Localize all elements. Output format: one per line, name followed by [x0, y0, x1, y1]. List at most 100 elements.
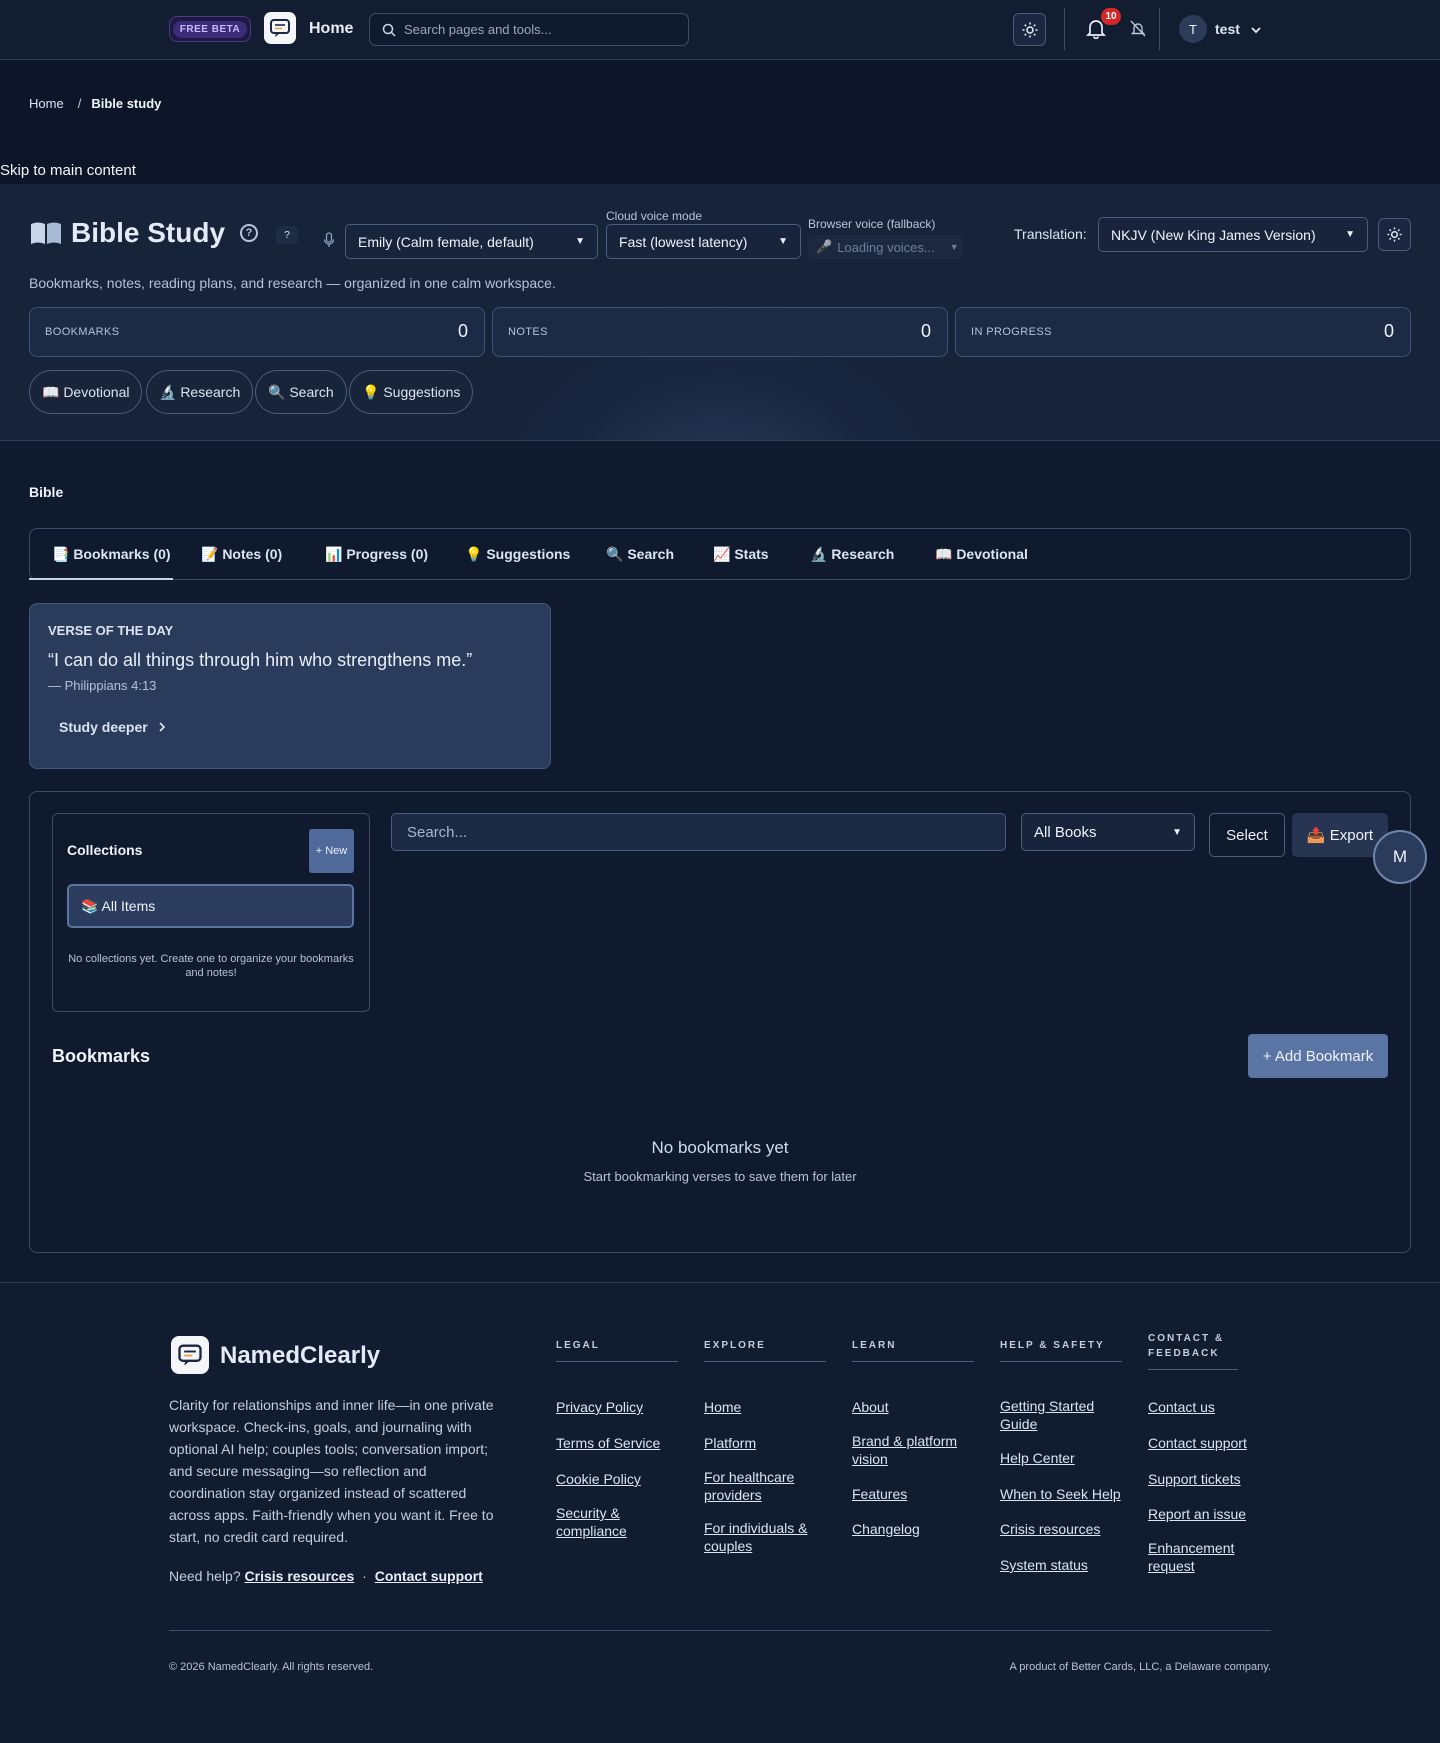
- tab-notes[interactable]: 📝 Notes (0): [201, 546, 282, 563]
- add-bookmark-button[interactable]: + Add Bookmark: [1248, 1034, 1388, 1078]
- quick-link-suggestions[interactable]: 💡 Suggestions: [349, 370, 474, 414]
- footer-link[interactable]: About: [852, 1398, 982, 1416]
- bookmark-search-placeholder: Search...: [407, 823, 468, 841]
- footer-link[interactable]: Enhancement request: [1148, 1539, 1248, 1575]
- select-mode-button[interactable]: Select: [1209, 813, 1285, 857]
- footer-link[interactable]: Platform: [704, 1434, 834, 1452]
- tab-stats[interactable]: 📈 Stats: [713, 546, 769, 563]
- chevron-down-icon: ▼: [575, 236, 585, 247]
- stat-card-notes: NOTES 0: [492, 307, 948, 357]
- footer-column-heading: HELP & SAFETY: [1000, 1338, 1122, 1362]
- footer-column-contact: CONTACT & FEEDBACK: [1148, 1331, 1270, 1370]
- shortcut-help-button[interactable]: ?: [276, 226, 298, 244]
- cloud-voice-select[interactable]: Fast (lowest latency) ▼: [606, 224, 801, 259]
- microphone-icon[interactable]: [323, 232, 335, 251]
- footer-copyright: © 2026 NamedClearly. All rights reserved…: [169, 1661, 374, 1673]
- footer-link[interactable]: For individuals & couples: [704, 1519, 814, 1555]
- voice-select[interactable]: Emily (Calm female, default) ▼: [345, 224, 598, 259]
- footer-contact-link[interactable]: Contact support: [375, 1568, 483, 1584]
- top-navigation-bar: FREE BETA Home Search pages and tools...…: [0, 0, 1440, 60]
- footer-link[interactable]: Brand & platform vision: [852, 1432, 964, 1468]
- global-search-input[interactable]: Search pages and tools...: [369, 13, 689, 46]
- tab-suggestions[interactable]: 💡 Suggestions: [465, 546, 570, 563]
- browser-voice-label: Browser voice (fallback): [808, 217, 936, 231]
- chevron-down-icon[interactable]: [1250, 22, 1262, 38]
- footer-link[interactable]: Contact support: [1148, 1434, 1278, 1452]
- tab-progress[interactable]: 📊 Progress (0): [325, 546, 428, 563]
- skip-to-content-link[interactable]: Skip to main content: [0, 162, 136, 179]
- browser-voice-value: Loading voices...: [837, 239, 935, 255]
- stat-card-in-progress: IN PROGRESS 0: [955, 307, 1411, 357]
- footer-company-note: A product of Better Cards, LLC, a Delawa…: [1009, 1661, 1271, 1673]
- footer-link[interactable]: Privacy Policy: [556, 1398, 686, 1416]
- stat-card-bookmarks: BOOKMARKS 0: [29, 307, 485, 357]
- cloud-voice-value: Fast (lowest latency): [619, 233, 748, 250]
- quick-link-devotional[interactable]: 📖 Devotional: [29, 370, 143, 414]
- footer-link[interactable]: Support tickets: [1148, 1470, 1278, 1488]
- home-nav-link[interactable]: Home: [309, 20, 353, 38]
- footer-link[interactable]: Terms of Service: [556, 1434, 686, 1452]
- browser-voice-select[interactable]: 🎤 Loading voices... ▼: [808, 235, 963, 259]
- user-avatar[interactable]: T: [1179, 15, 1207, 43]
- footer-logo-icon[interactable]: [171, 1336, 209, 1374]
- footer-link[interactable]: Contact us: [1148, 1398, 1278, 1416]
- footer-link[interactable]: Getting Started Guide: [1000, 1397, 1100, 1433]
- page-title: Bible Study: [29, 217, 225, 249]
- footer-link[interactable]: Features: [852, 1485, 982, 1503]
- tab-search[interactable]: 🔍 Search: [606, 546, 674, 563]
- microphone-icon: 🎤: [816, 239, 833, 254]
- footer-link[interactable]: Report an issue: [1148, 1505, 1278, 1523]
- footer-column-heading: LEGAL: [556, 1338, 678, 1362]
- header-divider: [1159, 8, 1160, 50]
- breadcrumb: Home / Bible study: [29, 96, 161, 111]
- quick-link-search[interactable]: 🔍 Search: [255, 370, 347, 414]
- footer-description: Clarity for relationships and inner life…: [169, 1397, 494, 1545]
- floating-assistant-button[interactable]: M: [1373, 830, 1427, 884]
- breadcrumb-separator: /: [77, 96, 82, 111]
- tab-devotional[interactable]: 📖 Devotional: [935, 546, 1028, 563]
- theme-toggle-button[interactable]: [1013, 13, 1046, 46]
- sun-icon: [1022, 22, 1037, 37]
- footer-link[interactable]: When to Seek Help: [1000, 1485, 1130, 1503]
- mute-notifications-button[interactable]: [1130, 20, 1146, 40]
- footer-link[interactable]: Help Center: [1000, 1449, 1130, 1467]
- user-menu-name[interactable]: test: [1215, 21, 1240, 37]
- chevron-right-icon: [159, 722, 165, 732]
- bell-off-icon: [1130, 20, 1146, 37]
- footer-column-help-safety: HELP & SAFETY: [1000, 1338, 1122, 1362]
- section-title-bible: Bible: [29, 484, 64, 500]
- books-filter-value: All Books: [1034, 823, 1097, 841]
- search-icon: [382, 23, 396, 37]
- footer-link[interactable]: Changelog: [852, 1520, 982, 1538]
- help-icon[interactable]: ?: [240, 224, 258, 242]
- page-title-text: Bible Study: [71, 217, 226, 248]
- footer-link[interactable]: Home: [704, 1398, 834, 1416]
- tab-bookmarks[interactable]: 📑 Bookmarks (0): [52, 546, 171, 563]
- breadcrumb-band: [0, 60, 1440, 184]
- new-collection-button[interactable]: + New: [309, 829, 354, 873]
- quick-link-research[interactable]: 🔬 Research: [146, 370, 254, 414]
- breadcrumb-home-link[interactable]: Home: [29, 96, 64, 111]
- bookmark-search-input[interactable]: Search...: [391, 813, 1006, 851]
- chevron-down-icon: ▼: [1345, 229, 1355, 240]
- verse-quote: “I can do all things through him who str…: [48, 650, 473, 670]
- app-logo-icon[interactable]: [264, 12, 296, 44]
- footer-link[interactable]: For healthcare providers: [704, 1468, 804, 1504]
- footer-crisis-link[interactable]: Crisis resources: [245, 1568, 355, 1584]
- empty-state-subtitle: Start bookmarking verses to save them fo…: [583, 1169, 857, 1184]
- study-deeper-button[interactable]: Study deeper: [59, 719, 166, 735]
- footer-help-separator: ·: [362, 1568, 367, 1584]
- translation-select[interactable]: NKJV (New King James Version) ▼: [1098, 217, 1368, 252]
- footer-column-heading: EXPLORE: [704, 1338, 826, 1362]
- footer-link[interactable]: Crisis resources: [1000, 1520, 1130, 1538]
- footer-column-heading: LEARN: [852, 1338, 974, 1362]
- bookmarks-heading: Bookmarks: [52, 1046, 151, 1066]
- footer-link[interactable]: Security & compliance: [556, 1504, 646, 1540]
- books-filter-select[interactable]: All Books ▼: [1021, 813, 1195, 851]
- footer-link[interactable]: Cookie Policy: [556, 1470, 686, 1488]
- collections-empty-text: No collections yet. Create one to organi…: [68, 953, 354, 979]
- reader-theme-button[interactable]: [1378, 218, 1411, 251]
- collection-all-items[interactable]: 📚 All Items: [67, 884, 354, 928]
- footer-link[interactable]: System status: [1000, 1556, 1130, 1574]
- tab-research[interactable]: 🔬 Research: [810, 546, 894, 563]
